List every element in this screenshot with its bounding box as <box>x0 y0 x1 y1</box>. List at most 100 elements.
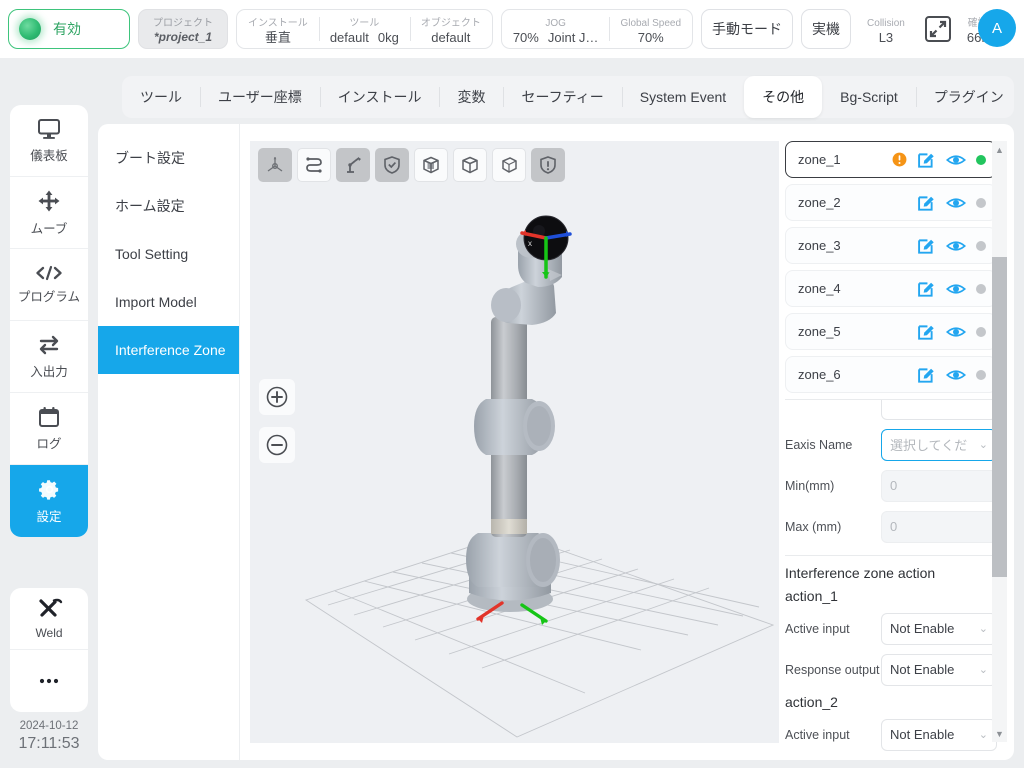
eaxis-name-row: Eaxis Name 選択してくだ ⌄ <box>785 424 997 465</box>
manual-mode-button[interactable]: 手動モード <box>701 9 794 49</box>
cube-outline-icon[interactable] <box>453 148 487 182</box>
sidebar-item-settings[interactable]: 設定 <box>10 465 88 537</box>
tab-user-coord[interactable]: ユーザー座標 <box>200 76 320 118</box>
tab-variables[interactable]: 変数 <box>439 76 503 118</box>
eye-icon[interactable] <box>946 325 966 339</box>
edit-icon[interactable] <box>917 322 936 341</box>
tab-install[interactable]: インストール <box>319 76 440 118</box>
action1-response-output-select[interactable]: Not Enable ⌄ <box>881 653 997 686</box>
edit-icon[interactable] <box>917 150 936 169</box>
edit-icon[interactable] <box>917 365 936 384</box>
robot-3d-viewport[interactable]: x <box>250 141 779 743</box>
real-robot-button[interactable]: 実機 <box>801 9 852 49</box>
sidebar-item-io[interactable]: 入出力 <box>10 321 88 393</box>
shield-check-icon[interactable] <box>375 148 409 182</box>
install-tool-object-group: インストール 垂直 ツール default 0kg オブジェクト default <box>236 9 493 49</box>
table-row[interactable]: zone_2 <box>785 184 997 221</box>
minus-circle-icon <box>266 434 288 456</box>
expand-icon[interactable] <box>924 16 951 42</box>
io-swap-icon <box>39 335 59 354</box>
tab-bg-script[interactable]: Bg-Script <box>822 76 916 118</box>
install-cell[interactable]: インストール 垂直 <box>237 10 319 48</box>
submenu-item-import-model[interactable]: Import Model <box>98 278 239 326</box>
tool-value: default <box>329 29 369 45</box>
action2-active-input-select[interactable]: Not Enable ⌄ <box>881 718 997 751</box>
object-value: default <box>431 29 471 45</box>
action1-active-input-value: Not Enable <box>890 621 955 636</box>
table-row[interactable]: zone_6 <box>785 356 997 393</box>
eye-icon[interactable] <box>946 368 966 382</box>
eaxis-name-label: Eaxis Name <box>785 437 853 452</box>
tab-safety[interactable]: セーフティー <box>503 76 621 118</box>
plus-circle-icon <box>266 386 288 408</box>
tab-tool[interactable]: ツール <box>122 76 200 118</box>
submenu-item-tool-setting[interactable]: Tool Setting <box>98 230 239 278</box>
edit-icon[interactable] <box>917 236 936 255</box>
status-badge <box>976 326 986 337</box>
table-row[interactable]: zone_1 <box>785 141 997 178</box>
robot-arm-icon[interactable] <box>336 148 370 182</box>
action1-active-input-select[interactable]: Not Enable ⌄ <box>881 612 997 645</box>
edit-icon[interactable] <box>917 193 936 212</box>
jog-cell[interactable]: JOG 70% Joint J… <box>502 10 610 48</box>
action1-active-input-label: Active input <box>785 621 850 636</box>
sidebar-item-dashboard[interactable]: 儀表板 <box>10 105 88 177</box>
interference-zone-panel: zone_1 zone_2 zone_3 zone_4 zone_5 zone_… <box>779 124 1014 760</box>
axis-tripod-icon[interactable] <box>258 148 292 182</box>
collision-label: Collision <box>867 17 905 29</box>
object-cell[interactable]: オブジェクト default <box>409 10 492 48</box>
clipped-field-control[interactable] <box>881 400 997 420</box>
enable-status-pill[interactable]: 有効 <box>8 9 130 49</box>
edit-icon[interactable] <box>917 279 936 298</box>
tab-system-event[interactable]: System Event <box>621 76 744 118</box>
collision-cell[interactable]: Collision L3 <box>861 14 911 45</box>
avatar[interactable]: A <box>978 9 1016 47</box>
sidebar-item-more[interactable] <box>10 650 88 712</box>
table-row[interactable]: zone_4 <box>785 270 997 307</box>
sidebar-item-program[interactable]: プログラム <box>10 249 88 321</box>
eye-icon[interactable] <box>946 282 966 296</box>
action-2-title: action_2 <box>785 694 838 710</box>
submenu-item-boot-settings[interactable]: ブート設定 <box>98 134 239 182</box>
clock-date: 2024-10-12 <box>19 720 79 732</box>
cube-filled-icon[interactable] <box>414 148 448 182</box>
calendar-icon <box>39 406 59 427</box>
tab-other[interactable]: その他 <box>744 76 823 118</box>
eye-icon[interactable] <box>946 153 966 167</box>
max-mm-input[interactable]: 0 <box>881 510 997 543</box>
eaxis-name-select[interactable]: 選択してくだ ⌄ <box>881 428 997 461</box>
zoom-out-button[interactable] <box>259 427 295 463</box>
sidebar-item-weld[interactable]: Weld <box>10 588 88 650</box>
monitor-icon <box>38 118 60 139</box>
project-pill[interactable]: プロジェクト *project_1 <box>138 9 228 49</box>
sidebar-item-label: 設定 <box>36 509 62 524</box>
tab-plugin[interactable]: プラグイン <box>915 76 1022 118</box>
enable-label: 有効 <box>53 21 81 37</box>
table-row[interactable]: zone_3 <box>785 227 997 264</box>
path-loop-icon[interactable] <box>297 148 331 182</box>
eaxis-name-value: 選択してくだ <box>890 438 968 453</box>
clipped-field-row[interactable] <box>785 400 997 424</box>
submenu-item-interference-zone[interactable]: Interference Zone <box>98 326 239 374</box>
min-mm-row: Min(mm) 0 <box>785 465 997 506</box>
scroll-up-arrow-icon[interactable]: ▲ <box>992 141 1007 158</box>
eye-icon[interactable] <box>946 239 966 253</box>
global-speed-cell[interactable]: Global Speed 70% <box>609 10 692 48</box>
eye-icon[interactable] <box>946 196 966 210</box>
zoom-in-button[interactable] <box>259 379 295 415</box>
shield-alert-icon[interactable] <box>531 148 565 182</box>
viewport-zoom-controls <box>259 379 295 475</box>
sidebar-item-log[interactable]: ログ <box>10 393 88 465</box>
chevron-down-icon: ⌄ <box>978 439 988 451</box>
min-mm-input[interactable]: 0 <box>881 469 997 502</box>
action1-response-output-label: Response output <box>785 662 880 677</box>
tool-cell[interactable]: ツール default 0kg <box>318 10 410 48</box>
scroll-down-arrow-icon[interactable]: ▼ <box>992 725 1007 742</box>
code-icon <box>36 265 62 280</box>
panel-scrollbar[interactable]: ▲ ▼ <box>992 141 1007 742</box>
cube-wire-icon[interactable] <box>492 148 526 182</box>
table-row[interactable]: zone_5 <box>785 313 997 350</box>
sidebar-item-move[interactable]: ムーブ <box>10 177 88 249</box>
scrollbar-thumb[interactable] <box>992 257 1007 577</box>
submenu-item-home-settings[interactable]: ホーム設定 <box>98 182 239 230</box>
